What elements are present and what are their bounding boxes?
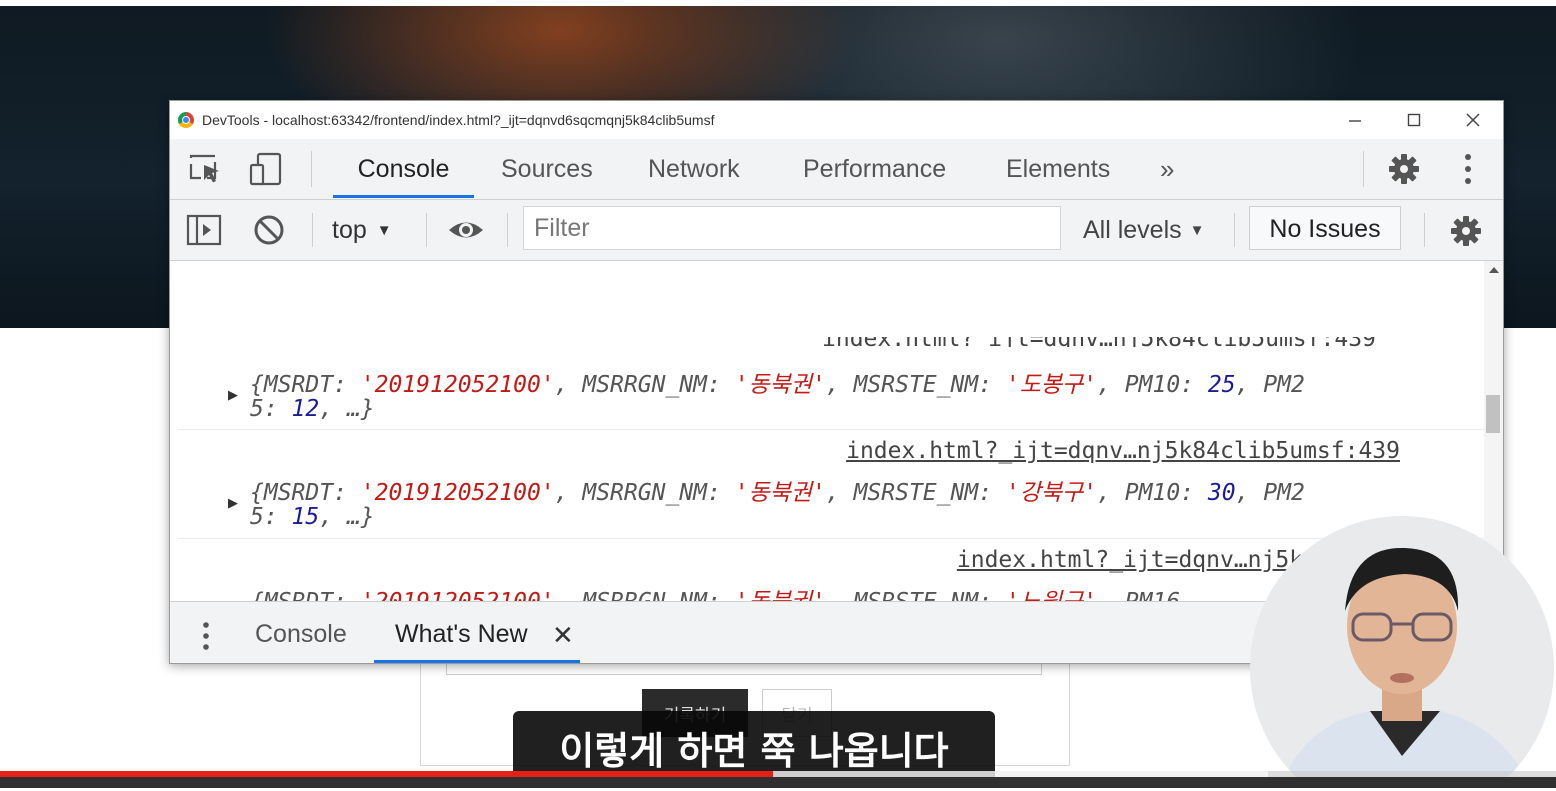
- key: MSRDT:: [263, 480, 361, 506]
- key: , …}: [319, 396, 375, 422]
- tab-network[interactable]: Network: [648, 139, 740, 199]
- string-value: '노원구': [1006, 589, 1097, 601]
- string-value: '동북권': [734, 480, 826, 506]
- expand-arrow-icon[interactable]: ▶: [228, 495, 238, 511]
- key: , PM2: [1235, 480, 1305, 506]
- presenter-video: [1250, 516, 1554, 788]
- key: , MSRRGN_NM:: [554, 372, 735, 398]
- log-line: {MSRDT: '201912052100', MSRRGN_NM: '동북권'…: [250, 582, 1180, 601]
- log-line: 5: 12, …}: [250, 396, 375, 422]
- string-value: '동북권': [735, 589, 826, 601]
- minimize-icon[interactable]: [1333, 107, 1377, 133]
- divider: [426, 213, 427, 247]
- divider: [312, 213, 313, 247]
- caret-down-icon: ▼: [376, 222, 392, 239]
- divider: [1363, 151, 1364, 187]
- active-tab-indicator: [333, 195, 474, 198]
- active-tab-indicator: [374, 660, 580, 663]
- key: , PM10:: [1097, 480, 1208, 506]
- console-toolbar: top ▼ All levels ▼ No Issues: [170, 200, 1503, 261]
- string-value: '도봉구': [1005, 372, 1098, 398]
- key: 5:: [250, 396, 292, 422]
- webcam-overlay: [1250, 516, 1554, 788]
- console-source-link[interactable]: index.html?_ijt=dqnv…nj5k84clib5umsf:439: [822, 337, 1376, 347]
- log-line: {MSRDT: '201912052100', MSRRGN_NM: '동북권'…: [250, 365, 1305, 399]
- context-value: top: [332, 216, 367, 244]
- log-levels-select[interactable]: All levels ▼: [1083, 213, 1205, 248]
- brace: {: [250, 480, 264, 506]
- drawer-tab-whats-new[interactable]: What's New: [395, 602, 528, 663]
- title-bar: DevTools - localhost:63342/frontend/inde…: [170, 101, 1503, 140]
- clear-console-icon[interactable]: [252, 213, 286, 247]
- caret-down-icon: ▼: [1189, 222, 1205, 239]
- number-value: 25: [1207, 372, 1236, 398]
- maximize-icon[interactable]: [1392, 107, 1436, 133]
- key: , MSRSTE_NM:: [825, 480, 1006, 506]
- tab-elements[interactable]: Elements: [1006, 139, 1110, 199]
- close-icon[interactable]: ✕: [552, 620, 574, 651]
- divider: [311, 151, 312, 187]
- key: , MSRRGN_NM:: [555, 589, 735, 601]
- divider: [507, 213, 508, 247]
- tab-performance[interactable]: Performance: [803, 139, 946, 199]
- string-value: '201912052100': [360, 372, 555, 398]
- key: 5:: [250, 504, 292, 530]
- sidebar-icon[interactable]: [186, 213, 222, 247]
- divider: [178, 429, 1484, 430]
- number-value: 12: [291, 396, 320, 422]
- key: , PM10:: [1097, 372, 1208, 398]
- drawer-tab-console[interactable]: Console: [255, 602, 347, 663]
- key: MSRDT:: [264, 589, 361, 601]
- number-value: 30: [1207, 480, 1236, 506]
- panel-tab-bar: Console Sources Network Performance Elem…: [170, 139, 1503, 200]
- brace: {: [250, 372, 264, 398]
- levels-value: All levels: [1083, 216, 1182, 244]
- key: , MSRSTE_NM:: [825, 372, 1006, 398]
- scroll-thumb[interactable]: [1486, 395, 1500, 433]
- inspect-icon[interactable]: [188, 151, 224, 187]
- log-line: 5: 15, …}: [250, 504, 375, 530]
- window-title: DevTools - localhost:63342/frontend/inde…: [202, 112, 715, 128]
- tab-console[interactable]: Console: [333, 139, 474, 199]
- player-controls-strip: [0, 777, 1556, 788]
- key: , MSRRGN_NM:: [554, 480, 735, 506]
- context-select[interactable]: top ▼: [332, 213, 392, 247]
- divider: [1234, 213, 1235, 247]
- key: , …}: [319, 504, 375, 530]
- string-value: '강북구': [1005, 480, 1098, 506]
- divider: [1424, 213, 1425, 247]
- log-line: {MSRDT: '201912052100', MSRRGN_NM: '동북권'…: [250, 473, 1305, 507]
- chrome-icon: [178, 112, 194, 128]
- more-tabs-button[interactable]: »: [1160, 139, 1174, 199]
- scroll-up-icon[interactable]: [1489, 267, 1499, 273]
- string-value: '동북권': [734, 372, 826, 398]
- key: , MSRSTE_NM:: [826, 589, 1006, 601]
- drawer-menu-icon[interactable]: [200, 620, 212, 652]
- number-value: 15: [291, 504, 320, 530]
- eye-icon[interactable]: [446, 213, 486, 247]
- tab-sources[interactable]: Sources: [501, 139, 593, 199]
- issues-button[interactable]: No Issues: [1249, 206, 1401, 250]
- page-top-strip: [0, 0, 1556, 6]
- settings-icon[interactable]: [1386, 151, 1422, 187]
- key: , PM2: [1235, 372, 1305, 398]
- brace: {: [250, 589, 264, 601]
- expand-arrow-icon[interactable]: ▶: [228, 387, 238, 403]
- kebab-menu-icon[interactable]: [1456, 151, 1480, 187]
- settings-icon[interactable]: [1448, 213, 1484, 249]
- close-icon[interactable]: [1451, 107, 1495, 133]
- key: MSRDT:: [263, 372, 361, 398]
- key: , PM16: [1097, 589, 1180, 601]
- device-toolbar-icon[interactable]: [248, 151, 284, 187]
- console-source-link[interactable]: index.html?_ijt=dqnv…nj5k84clib5umsf:439: [846, 438, 1400, 464]
- filter-input[interactable]: [523, 206, 1061, 250]
- string-value: '201912052100': [361, 589, 555, 601]
- string-value: '201912052100': [360, 480, 555, 506]
